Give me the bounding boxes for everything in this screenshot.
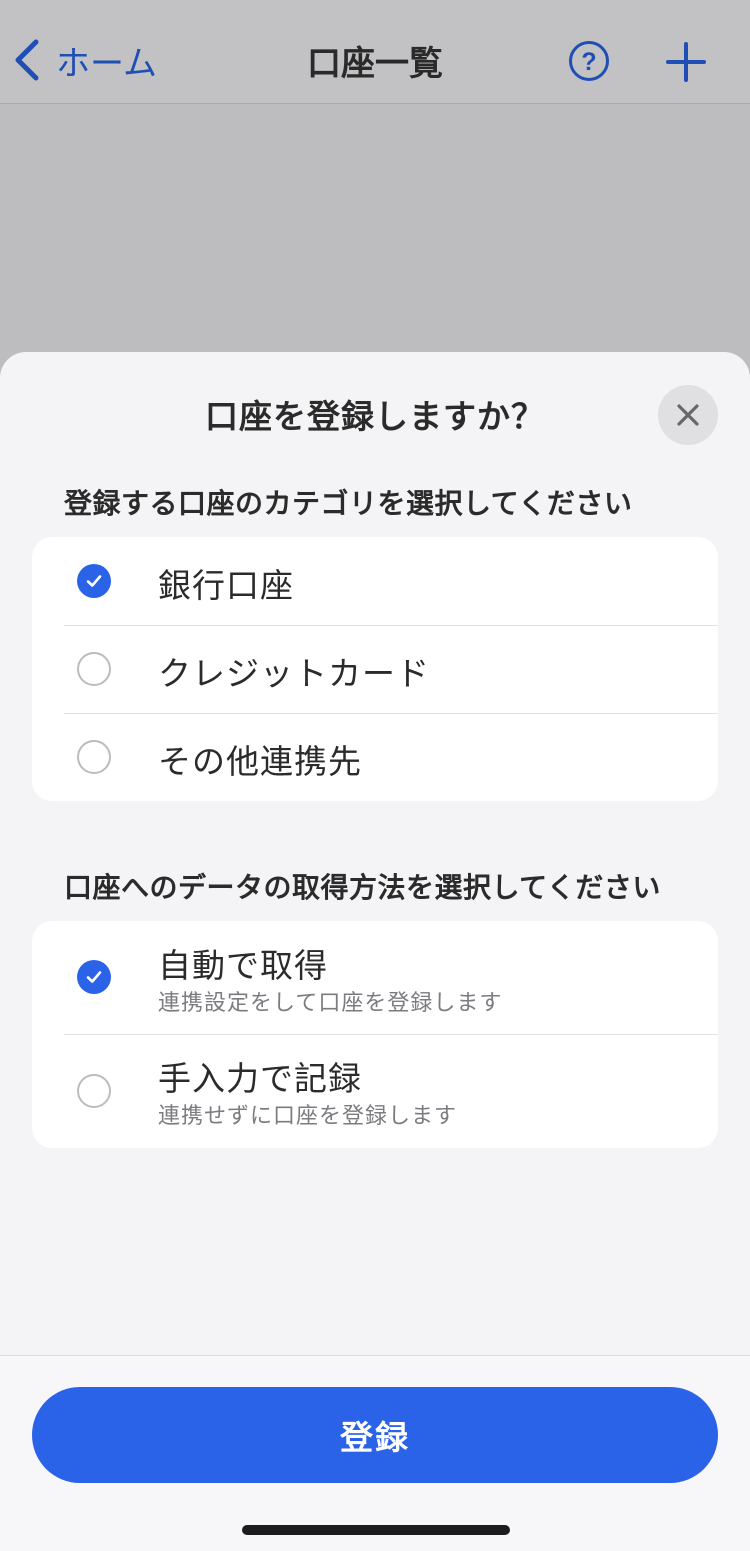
category-option-credit-card[interactable]: クレジットカード: [32, 625, 718, 713]
radio-unchecked-icon[interactable]: [77, 740, 111, 774]
category-option-bank[interactable]: 銀行口座: [32, 537, 718, 625]
category-option-other[interactable]: その他連携先: [32, 713, 718, 801]
category-option-label: その他連携先: [158, 742, 362, 781]
modal-backdrop[interactable]: [0, 104, 750, 364]
close-icon: [677, 404, 699, 426]
svg-text:?: ?: [581, 48, 596, 76]
navigation-bar: ホーム 口座一覧 ?: [0, 0, 750, 104]
close-button[interactable]: [658, 385, 718, 445]
method-options-card: 自動で取得 連携設定をして口座を登録します 手入力で記録 連携せずに口座を登録し…: [32, 921, 718, 1148]
method-section-label: 口座へのデータの取得方法を選択してください: [64, 871, 661, 904]
radio-unchecked-icon[interactable]: [77, 1074, 111, 1108]
category-options-card: 銀行口座 クレジットカード その他連携先: [32, 537, 718, 801]
category-section-label: 登録する口座のカテゴリを選択してください: [64, 487, 633, 520]
method-option-manual[interactable]: 手入力で記録 連携せずに口座を登録します: [32, 1034, 718, 1148]
method-option-auto[interactable]: 自動で取得 連携設定をして口座を登録します: [32, 921, 718, 1034]
method-option-description: 連携せずに口座を登録します: [158, 1104, 458, 1129]
method-option-label: 自動で取得: [158, 946, 328, 985]
question-circle-icon[interactable]: ?: [568, 40, 610, 82]
method-option-label: 手入力で記録: [158, 1059, 362, 1098]
method-option-description: 連携設定をして口座を登録します: [158, 991, 503, 1016]
radio-unchecked-icon[interactable]: [77, 652, 111, 686]
radio-checked-icon[interactable]: [77, 960, 111, 994]
sheet-footer: 登録: [0, 1356, 750, 1551]
category-option-label: 銀行口座: [158, 566, 294, 605]
register-account-sheet: 口座を登録しますか？ 登録する口座のカテゴリを選択してください 銀行口座 クレジ…: [0, 352, 750, 1551]
radio-checked-icon[interactable]: [77, 564, 111, 598]
category-option-label: クレジットカード: [158, 654, 430, 693]
plus-icon[interactable]: [664, 40, 708, 84]
register-button[interactable]: 登録: [32, 1387, 718, 1483]
sheet-title: 口座を登録しますか？: [205, 397, 545, 436]
page-title: 口座一覧: [307, 44, 443, 84]
home-indicator: [242, 1525, 510, 1535]
